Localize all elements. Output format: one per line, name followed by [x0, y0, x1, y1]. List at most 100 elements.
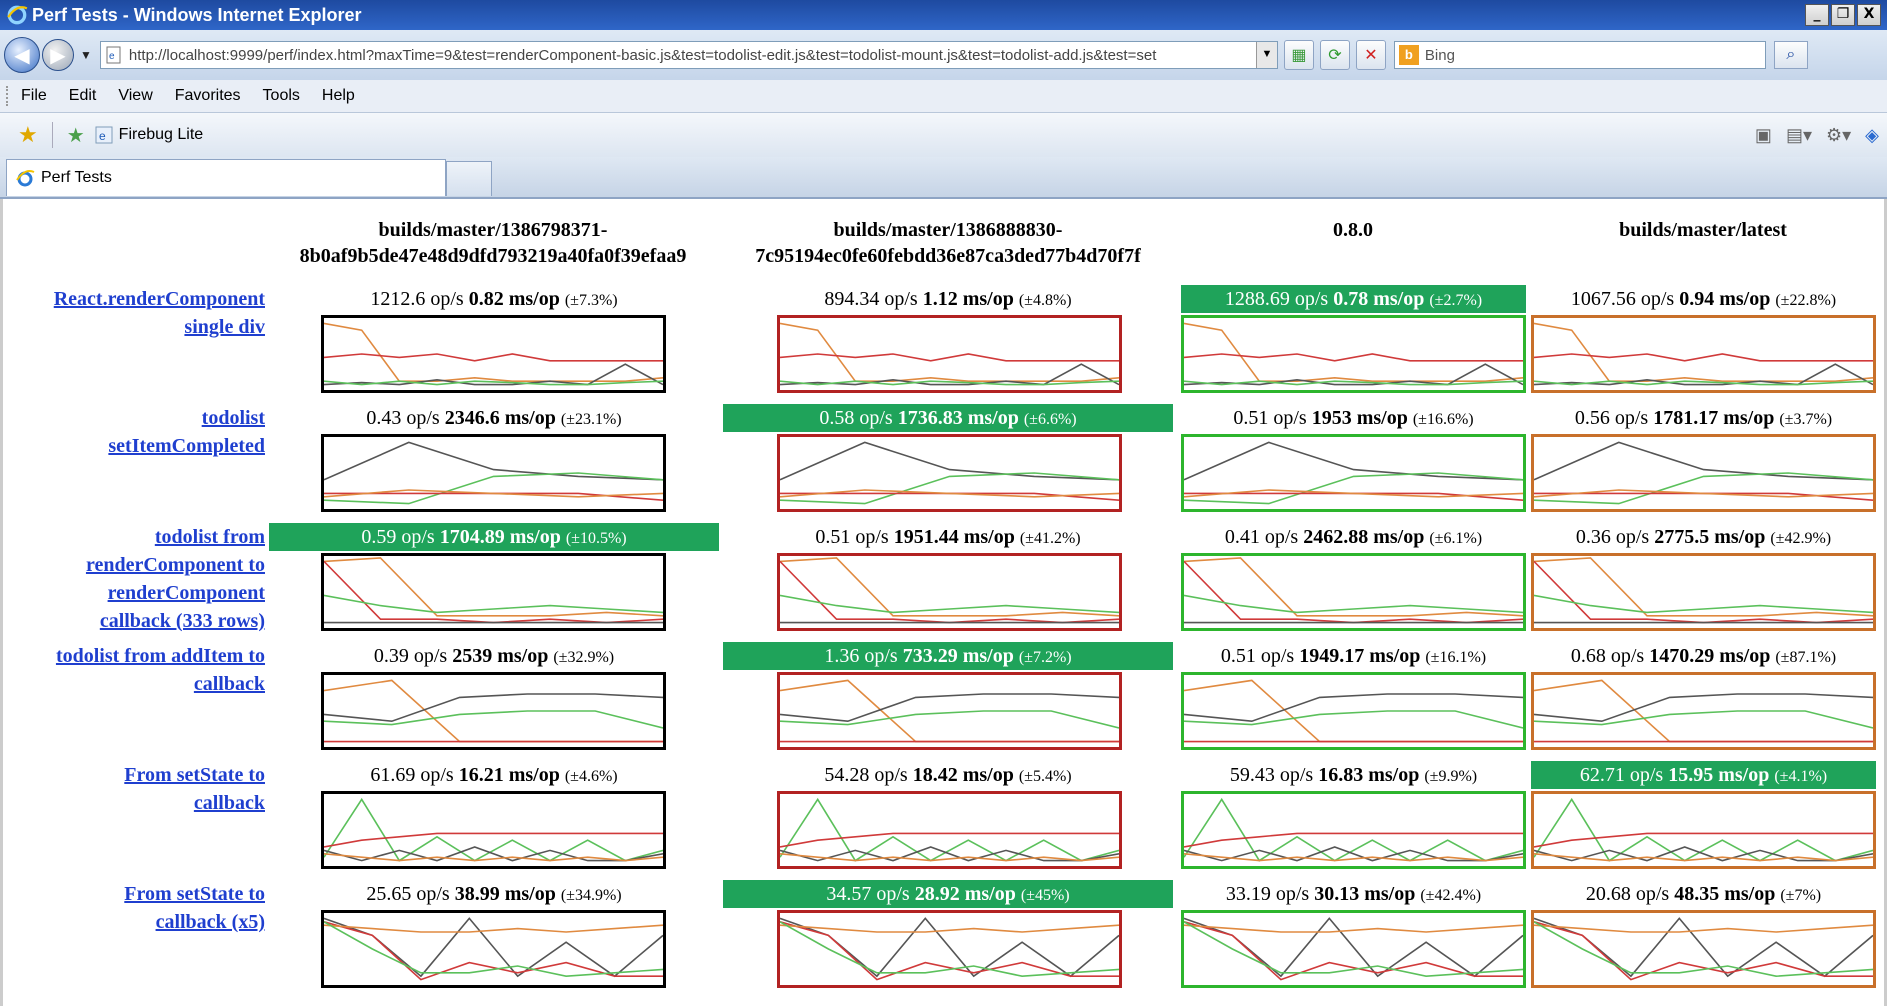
- ops-unit: op/s: [1635, 288, 1680, 310]
- forward-button[interactable]: ▶: [42, 39, 74, 71]
- search-input[interactable]: b Bing: [1393, 41, 1766, 69]
- sparkline-series-green: [324, 594, 663, 614]
- ops-per-sec: 0.51: [1220, 645, 1256, 667]
- ms-per-op: 0.78: [1333, 288, 1369, 310]
- sparkline-series-green: [1534, 797, 1873, 862]
- svg-text:e: e: [99, 129, 106, 143]
- error-margin: (±45%): [1020, 887, 1070, 904]
- favorites-star-icon[interactable]: ★: [18, 122, 38, 148]
- test-link[interactable]: React.renderComponent single div: [13, 285, 265, 341]
- address-input[interactable]: e http://localhost:9999/perf/index.html?…: [99, 41, 1278, 69]
- error-margin: (±42.9%): [1770, 530, 1832, 547]
- menu-tools[interactable]: Tools: [263, 87, 300, 105]
- add-favorite-icon[interactable]: ★: [67, 123, 85, 148]
- address-dropdown-icon[interactable]: ▼: [1255, 42, 1277, 68]
- sparkline-series-orange: [1534, 679, 1873, 743]
- sparkline-series-red: [324, 353, 663, 362]
- ops-per-sec: 0.51: [1233, 407, 1269, 429]
- menu-view[interactable]: View: [118, 87, 152, 105]
- ms-unit: ms/op: [503, 764, 565, 786]
- result-stat: 0.51 op/s 1953 ms/op (±16.6%): [1181, 404, 1526, 432]
- ms-unit: ms/op: [499, 883, 561, 905]
- result-stat: 1067.56 op/s 0.94 ms/op (±22.8%): [1531, 285, 1876, 313]
- ops-unit: op/s: [879, 288, 923, 310]
- sparkline-svg: [1184, 322, 1523, 386]
- help-icon[interactable]: ◈: [1865, 125, 1879, 146]
- error-margin: (±10.5%): [565, 530, 627, 547]
- back-arrow-icon: ◀: [14, 44, 30, 67]
- menu-favorites[interactable]: Favorites: [175, 87, 241, 105]
- error-margin: (±87.1%): [1775, 649, 1837, 666]
- test-name-link[interactable]: todolist setItemCompleted: [13, 404, 265, 460]
- error-margin: (±4.6%): [564, 768, 618, 785]
- menu-file[interactable]: File: [21, 87, 47, 105]
- sparkline-svg: [1184, 557, 1523, 624]
- sparkline-chart: [1531, 315, 1876, 393]
- sparkline-series-orange: [1534, 489, 1873, 498]
- sparkline-svg: [324, 679, 663, 743]
- search-button[interactable]: ⌕: [1773, 41, 1808, 69]
- history-dropdown-icon[interactable]: ▼: [80, 48, 92, 62]
- error-margin: (±2.7%): [1429, 292, 1483, 309]
- menu-edit[interactable]: Edit: [69, 87, 97, 105]
- sparkline-svg: [780, 917, 1119, 981]
- sparkline-series-red: [324, 832, 663, 848]
- test-name-line: callback (x5): [155, 911, 265, 933]
- test-name-line: renderComponent to: [85, 554, 265, 576]
- ops-per-sec: 0.36: [1575, 526, 1611, 548]
- ops-per-sec: 1067.56: [1570, 288, 1636, 310]
- test-name-link[interactable]: React.renderComponent single div: [13, 285, 265, 341]
- sparkline-series-green: [1184, 797, 1523, 862]
- test-name-link[interactable]: todolist from addItem to callback: [13, 642, 265, 698]
- test-link[interactable]: todolist setItemCompleted: [13, 404, 265, 460]
- sparkline-series-red: [1184, 353, 1523, 362]
- ops-per-sec: 25.65: [366, 883, 412, 905]
- minimize-button[interactable]: _: [1805, 4, 1829, 26]
- new-tab-button[interactable]: [446, 161, 492, 196]
- test-link[interactable]: From setState to callback (x5): [13, 880, 265, 936]
- ms-unit: ms/op: [1368, 288, 1430, 310]
- ms-per-op: 18.42: [912, 764, 958, 786]
- sparkline-chart: [777, 553, 1122, 631]
- bing-icon: b: [1398, 45, 1419, 65]
- ops-per-sec: 1.36: [824, 645, 860, 667]
- restore-button[interactable]: ❐: [1831, 4, 1855, 26]
- tools-gear-icon[interactable]: ⚙▾: [1826, 125, 1851, 146]
- ops-unit: op/s: [1289, 288, 1334, 310]
- test-link[interactable]: From setState to callback: [13, 761, 265, 817]
- compatibility-view-button[interactable]: ▦: [1283, 40, 1314, 70]
- ms-per-op: 28.92: [914, 883, 960, 905]
- feeds-icon[interactable]: ▣: [1755, 125, 1772, 146]
- ms-unit: ms/op: [962, 407, 1024, 429]
- back-button[interactable]: ◀: [4, 37, 40, 73]
- sparkline-series-green: [780, 797, 1119, 862]
- favorite-firebug-lite[interactable]: Firebug Lite: [119, 126, 204, 144]
- error-margin: (±7.2%): [1018, 649, 1072, 666]
- test-name-link[interactable]: todolist from renderComponent to renderCom…: [13, 523, 265, 635]
- tab-perf-tests[interactable]: Perf Tests: [6, 159, 446, 196]
- sparkline-series-orange: [780, 679, 1119, 743]
- menu-help[interactable]: Help: [322, 87, 355, 105]
- address-toolbar: ◀ ▶ ▼ e http://localhost:9999/perf/index…: [0, 30, 1887, 80]
- stop-button[interactable]: ✕: [1355, 40, 1386, 70]
- test-name-line: todolist from: [154, 526, 265, 548]
- ops-unit: op/s: [396, 526, 440, 548]
- ops-per-sec: 0.68: [1570, 645, 1606, 667]
- test-link[interactable]: todolist from addItem to callback: [13, 642, 265, 698]
- ms-per-op: 16.21: [458, 764, 504, 786]
- toolbar-divider: [51, 122, 53, 148]
- column-header-line1: builds/master/latest: [1619, 219, 1787, 241]
- sparkline-series-green: [1184, 594, 1523, 614]
- result-stat: 61.69 op/s 16.21 ms/op (±4.6%): [269, 761, 719, 789]
- test-name-link[interactable]: From setState to callback: [13, 761, 265, 817]
- ops-per-sec: 1288.69: [1224, 288, 1290, 310]
- result-stat: 0.58 op/s 1736.83 ms/op (±6.6%): [723, 404, 1173, 432]
- result-stat: 1288.69 op/s 0.78 ms/op (±2.7%): [1181, 285, 1526, 313]
- sparkline-chart: [777, 315, 1122, 393]
- test-link[interactable]: todolist from renderComponent to renderCom…: [13, 523, 265, 635]
- refresh-button[interactable]: ⟳: [1319, 40, 1350, 70]
- page-menu-icon[interactable]: ▤▾: [1786, 125, 1812, 146]
- test-name-link[interactable]: From setState to callback (x5): [13, 880, 265, 936]
- result-stat: 0.43 op/s 2346.6 ms/op (±23.1%): [269, 404, 719, 432]
- close-window-button[interactable]: X: [1857, 4, 1881, 26]
